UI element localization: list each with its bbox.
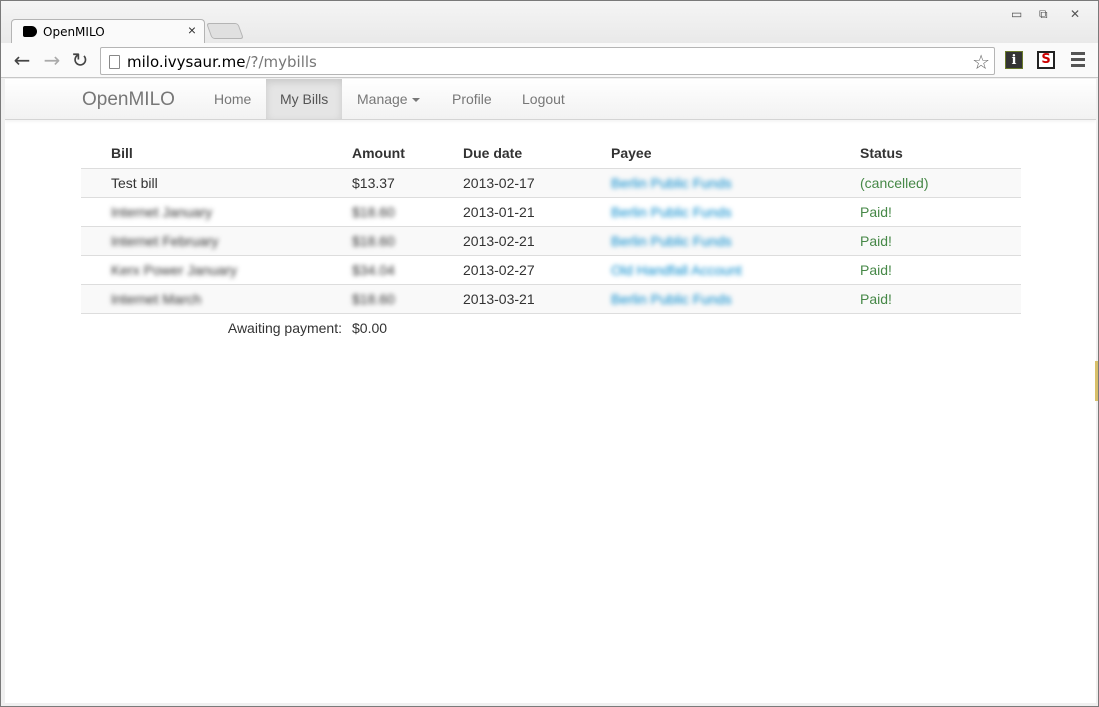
nav-manage-dropdown[interactable]: Manage [343, 79, 434, 119]
forward-arrow-icon[interactable]: → [41, 50, 63, 72]
payee-link[interactable]: Berlin Public Funds [611, 291, 732, 307]
nav-my-bills[interactable]: My Bills [266, 79, 343, 119]
col-header-amount: Amount [352, 145, 405, 162]
col-header-due-date: Due date [463, 145, 523, 162]
payee-link[interactable]: Old Handfall Account [611, 262, 742, 278]
site-navbar: OpenMILO Home My Bills Manage Profile Lo… [5, 79, 1096, 120]
edge-decoration [1095, 361, 1098, 401]
bill-status: Paid! [860, 196, 1021, 226]
table-row: Test bill $13.37 2013-02-17 Berlin Publi… [81, 167, 1021, 197]
awaiting-payment-value: $0.00 [352, 313, 463, 342]
bill-name: Kerx Power January [111, 261, 238, 278]
bill-name: Test bill [81, 167, 352, 197]
bill-name: Internet March [111, 290, 202, 307]
payee-link[interactable]: Berlin Public Funds [611, 233, 732, 249]
bill-name: Internet February [111, 232, 219, 249]
bill-status: Paid! [860, 254, 1021, 284]
table-row: Kerx Power January $34.04 2013-02-27 Old… [81, 254, 1021, 284]
bill-name: Internet January [111, 203, 213, 220]
bill-amount: $18.60 [352, 203, 395, 220]
nav-profile[interactable]: Profile [438, 79, 506, 119]
bill-due-date: 2013-02-17 [463, 167, 611, 197]
summary-row: Awaiting payment: $0.00 [81, 313, 1021, 342]
bookmark-star-icon[interactable]: ☆ [972, 50, 990, 74]
minimize-icon[interactable]: ▭ [1011, 7, 1022, 21]
col-header-payee: Payee [611, 145, 652, 162]
bill-due-date: 2013-03-21 [463, 283, 611, 314]
nav-manage-label: Manage [357, 91, 408, 107]
browser-tab[interactable]: OpenMILO × [11, 19, 205, 44]
caret-down-icon [411, 98, 420, 103]
table-row: Internet January $18.60 2013-01-21 Berli… [81, 196, 1021, 226]
bill-status: Paid! [860, 283, 1021, 314]
payee-link[interactable]: Berlin Public Funds [611, 175, 732, 191]
nav-logout[interactable]: Logout [508, 79, 579, 119]
browser-menu-icon[interactable] [1071, 52, 1085, 70]
page-icon [109, 55, 120, 69]
address-bar[interactable]: milo.ivysaur.me/?/mybills ☆ [100, 47, 995, 75]
tab-title: OpenMILO [43, 25, 105, 39]
bill-amount: $13.37 [352, 167, 463, 197]
window-close-icon[interactable]: ✕ [1070, 7, 1080, 21]
extension-s-icon[interactable]: S [1037, 51, 1055, 69]
url-text[interactable]: milo.ivysaur.me/?/mybills [127, 53, 317, 71]
browser-window: OpenMILO × ▭ ⧉ ✕ ← → ↻ milo.ivysaur.me/?… [0, 0, 1099, 707]
back-arrow-icon[interactable]: ← [11, 50, 33, 72]
awaiting-payment-label: Awaiting payment: [81, 313, 352, 342]
nav-home[interactable]: Home [200, 79, 265, 119]
reload-icon[interactable]: ↻ [69, 50, 91, 72]
bill-status: (cancelled) [860, 167, 1021, 197]
payee-link[interactable]: Berlin Public Funds [611, 204, 732, 220]
bills-table: Bill Amount Due date Payee Status Test b… [81, 139, 1021, 342]
bill-amount: $18.60 [352, 290, 395, 307]
bill-due-date: 2013-02-27 [463, 254, 611, 284]
col-header-status: Status [860, 145, 903, 162]
bill-amount: $18.60 [352, 232, 395, 249]
url-host: milo.ivysaur.me [127, 53, 246, 71]
favicon-icon [23, 26, 37, 37]
col-header-bill: Bill [111, 145, 133, 162]
browser-toolbar: ← → ↻ milo.ivysaur.me/?/mybills ☆ i S [1, 43, 1098, 78]
brand-link[interactable]: OpenMILO [82, 89, 175, 111]
extension-info-icon[interactable]: i [1005, 51, 1023, 69]
page-viewport: OpenMILO Home My Bills Manage Profile Lo… [5, 79, 1096, 703]
url-path: /?/mybills [245, 53, 317, 71]
bill-status: Paid! [860, 225, 1021, 255]
new-tab-button[interactable] [206, 23, 244, 39]
table-row: Internet February $18.60 2013-02-21 Berl… [81, 225, 1021, 255]
bill-due-date: 2013-01-21 [463, 196, 611, 226]
tab-close-icon[interactable]: × [188, 22, 196, 38]
title-bar: OpenMILO × ▭ ⧉ ✕ [1, 1, 1098, 44]
table-header-row: Bill Amount Due date Payee Status [81, 139, 1021, 168]
bill-amount: $34.04 [352, 261, 395, 278]
restore-icon[interactable]: ⧉ [1039, 7, 1048, 22]
bill-due-date: 2013-02-21 [463, 225, 611, 255]
table-row: Internet March $18.60 2013-03-21 Berlin … [81, 283, 1021, 314]
